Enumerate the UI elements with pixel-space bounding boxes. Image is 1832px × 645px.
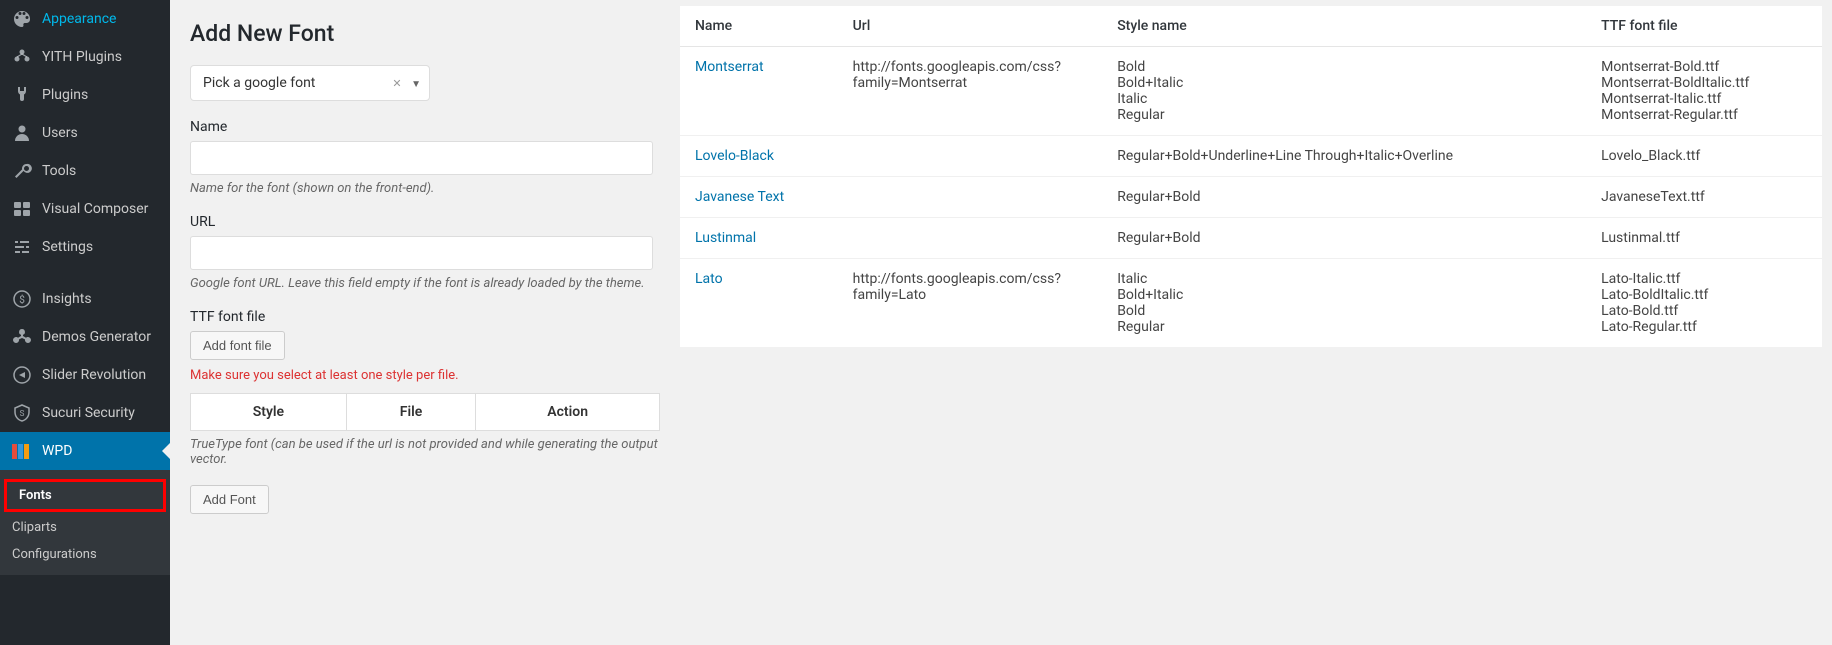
font-ttf-cell: JavaneseText.ttf [1586,177,1822,218]
sidebar-separator [0,266,170,280]
clear-icon[interactable]: ✕ [392,77,401,90]
ttf-label: TTF font file [190,309,660,325]
table-row: Lustinmal Regular+BoldLustinmal.ttf [680,218,1822,259]
sidebar-item-tools[interactable]: Tools [0,152,170,190]
font-name-link[interactable]: Lovelo-Black [695,148,774,164]
font-styles-cell: Regular+Bold+Underline+Line Through+Ital… [1102,136,1586,177]
sidebar-item-label: YITH Plugins [42,49,122,65]
font-ttf-cell: Lovelo_Black.ttf [1586,136,1822,177]
slider-icon [12,365,32,385]
add-font-button[interactable]: Add Font [190,485,269,514]
sidebar-item-slider-revolution[interactable]: Slider Revolution [0,356,170,394]
admin-sidebar: Appearance YITH Plugins Plugins Users To… [0,0,170,645]
font-url-cell: http://fonts.googleapis.com/css?family=L… [838,259,1103,348]
font-name-link[interactable]: Montserrat [695,59,764,75]
sidebar-item-sucuri[interactable]: S Sucuri Security [0,394,170,432]
sidebar-item-settings[interactable]: Settings [0,228,170,266]
demos-icon [12,327,32,347]
font-styles-cell: BoldBold+ItalicItalicRegular [1102,47,1586,136]
font-styles-cell: Regular+Bold [1102,177,1586,218]
sucuri-icon: S [12,403,32,423]
svg-text:S: S [20,409,25,418]
th-url: Url [838,6,1103,47]
validation-message: Make sure you select at least one style … [190,368,660,383]
sidebar-item-label: Appearance [42,11,116,27]
url-label: URL [190,214,660,230]
page-title: Add New Font [190,20,660,47]
font-styles-cell: ItalicBold+ItalicBoldRegular [1102,259,1586,348]
tools-icon [12,161,32,181]
add-font-form: Add New Font Pick a google font ✕ ▼ Name… [190,0,680,645]
users-icon [12,123,32,143]
submenu-fonts[interactable]: Fonts [4,479,166,512]
ttf-sub-table: Style File Action [190,393,660,431]
table-row: Javanese Text Regular+BoldJavaneseText.tt… [680,177,1822,218]
sub-th-style: Style [191,394,347,431]
name-description: Name for the font (shown on the front-en… [190,181,660,196]
url-input[interactable] [190,236,653,270]
table-row: Lato http://fonts.googleapis.com/css?fami… [680,259,1822,348]
font-name-link[interactable]: Lato [695,271,723,287]
submenu-cliparts[interactable]: Cliparts [0,514,170,541]
sidebar-item-label: Settings [42,239,93,255]
font-url-cell [838,136,1103,177]
sidebar-item-label: Slider Revolution [42,367,146,383]
sub-th-file: File [346,394,475,431]
sub-th-action: Action [476,394,660,431]
wpd-icon [12,441,32,461]
url-description: Google font URL. Leave this field empty … [190,276,660,291]
sidebar-item-plugins[interactable]: Plugins [0,76,170,114]
sidebar-item-label: Plugins [42,87,88,103]
visual-composer-icon [12,199,32,219]
main-content: Add New Font Pick a google font ✕ ▼ Name… [170,0,1832,645]
sidebar-item-label: WPD [42,443,72,459]
th-name: Name [680,6,838,47]
yith-icon [12,47,32,67]
table-row: Lovelo-Black Regular+Bold+Underline+Line … [680,136,1822,177]
sidebar-item-users[interactable]: Users [0,114,170,152]
sidebar-item-label: Demos Generator [42,329,151,345]
font-url-cell [838,177,1103,218]
sidebar-submenu: Fonts Cliparts Configurations [0,470,170,575]
font-name-link[interactable]: Javanese Text [695,189,784,205]
appearance-icon [12,9,32,29]
name-label: Name [190,119,660,135]
ttf-description: TrueType font (can be used if the url is… [190,437,660,467]
font-styles-cell: Regular+Bold [1102,218,1586,259]
sidebar-item-appearance[interactable]: Appearance [0,0,170,38]
sidebar-item-label: Visual Composer [42,201,148,217]
svg-text:$: $ [19,293,25,306]
sidebar-item-label: Tools [42,163,76,179]
sidebar-item-insights[interactable]: $ Insights [0,280,170,318]
fonts-table-wrap: Name Url Style name TTF font file Montse… [680,0,1822,645]
fonts-table: Name Url Style name TTF font file Montse… [680,6,1822,347]
th-ttf: TTF font file [1586,6,1822,47]
submenu-configurations[interactable]: Configurations [0,541,170,568]
font-ttf-cell: Lustinmal.ttf [1586,218,1822,259]
sidebar-item-label: Sucuri Security [42,405,135,421]
settings-icon [12,237,32,257]
table-row: Montserrat http://fonts.googleapis.com/cs… [680,47,1822,136]
sidebar-item-demos-generator[interactable]: Demos Generator [0,318,170,356]
font-url-cell [838,218,1103,259]
font-name-link[interactable]: Lustinmal [695,230,756,246]
sidebar-item-visual-composer[interactable]: Visual Composer [0,190,170,228]
sidebar-item-label: Insights [42,291,92,307]
plugins-icon [12,85,32,105]
insights-icon: $ [12,289,32,309]
font-ttf-cell: Lato-Italic.ttfLato-BoldItalic.ttfLato-B… [1586,259,1822,348]
google-font-select[interactable]: Pick a google font ✕ ▼ [190,65,430,101]
select-placeholder: Pick a google font [203,75,315,91]
th-style-name: Style name [1102,6,1586,47]
font-url-cell: http://fonts.googleapis.com/css?family=M… [838,47,1103,136]
name-input[interactable] [190,141,653,175]
sidebar-item-yith[interactable]: YITH Plugins [0,38,170,76]
add-font-file-button[interactable]: Add font file [190,331,285,360]
sidebar-item-wpd[interactable]: WPD [0,432,170,470]
chevron-down-icon: ▼ [411,79,421,90]
font-ttf-cell: Montserrat-Bold.ttfMontserrat-BoldItalic… [1586,47,1822,136]
sidebar-item-label: Users [42,125,78,141]
